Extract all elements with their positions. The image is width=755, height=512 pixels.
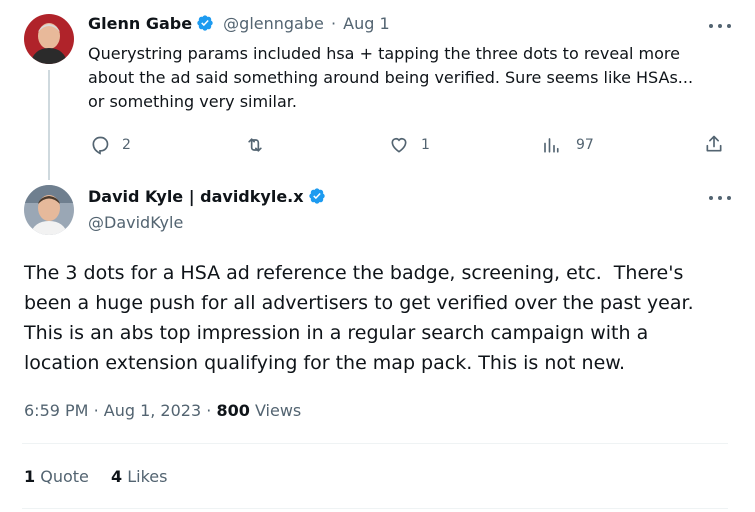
tweet-author-name[interactable]: David Kyle | davidkyle.x <box>88 187 304 206</box>
like-count: 1 <box>421 137 430 153</box>
heart-icon <box>391 137 407 153</box>
tweet-text-line-2: been a huge push for all advertisers to … <box>24 292 694 314</box>
reply-action-share[interactable] <box>704 134 724 154</box>
quotes-label: Quote <box>40 467 89 486</box>
tweet-text-line-3: This is an abs top impression in a regul… <box>24 322 649 344</box>
reply-action-like[interactable]: 1 <box>389 135 430 155</box>
likes-count: 4 <box>111 467 123 486</box>
reply-text-line-2: about the ad said something around being… <box>88 68 694 87</box>
tweet-views-count: 800 <box>216 401 250 420</box>
reply-action-views[interactable]: 97 <box>542 135 594 155</box>
reply-date[interactable]: Aug 1 <box>343 14 390 33</box>
reply-action-retweet[interactable] <box>244 135 266 155</box>
reply-text-line-3: or something very similar. <box>88 92 297 111</box>
tweet-views-label: Views <box>254 401 302 420</box>
tweet-author-handle[interactable]: @DavidKyle <box>88 213 183 232</box>
reply-icon <box>92 136 109 155</box>
tweet-meta-separator: · <box>206 401 212 420</box>
quotes-link[interactable]: 1 Quote <box>24 467 89 486</box>
verified-badge-icon <box>197 15 213 31</box>
share-icon <box>706 135 722 152</box>
tweet-meta-separator: · <box>93 401 99 420</box>
tweet-text-line-4: location extension qualifying for the ma… <box>24 352 626 374</box>
divider <box>22 508 728 509</box>
quotes-count: 1 <box>24 467 36 486</box>
reply-count: 2 <box>122 137 131 153</box>
divider <box>22 443 728 444</box>
reply-text-line-1: Querystring params included hsa + tappin… <box>88 44 680 63</box>
retweet-icon <box>248 138 262 152</box>
verified-badge-icon <box>308 188 325 204</box>
reply-author-handle[interactable]: @glenngabe <box>223 14 324 33</box>
reply-more-options-button[interactable] <box>709 22 731 30</box>
tweet-date[interactable]: Aug 1, 2023 <box>104 401 201 420</box>
views-chart-icon <box>544 138 559 153</box>
tweet-text-line-1: The 3 dots for a HSA ad reference the ba… <box>24 262 684 284</box>
reply-author-name[interactable]: Glenn Gabe <box>88 14 192 33</box>
reply-action-reply[interactable]: 2 <box>90 135 131 155</box>
reply-date-separator: · <box>330 14 337 33</box>
thread-connector-line <box>48 70 50 180</box>
view-count: 97 <box>576 137 594 153</box>
tweet-more-options-button[interactable] <box>709 194 731 202</box>
avatar-david-kyle[interactable] <box>24 185 74 235</box>
likes-link[interactable]: 4 Likes <box>111 467 167 486</box>
avatar-glenn-gabe[interactable] <box>24 14 74 64</box>
tweet-time[interactable]: 6:59 PM <box>24 401 88 420</box>
likes-label: Likes <box>127 467 168 486</box>
